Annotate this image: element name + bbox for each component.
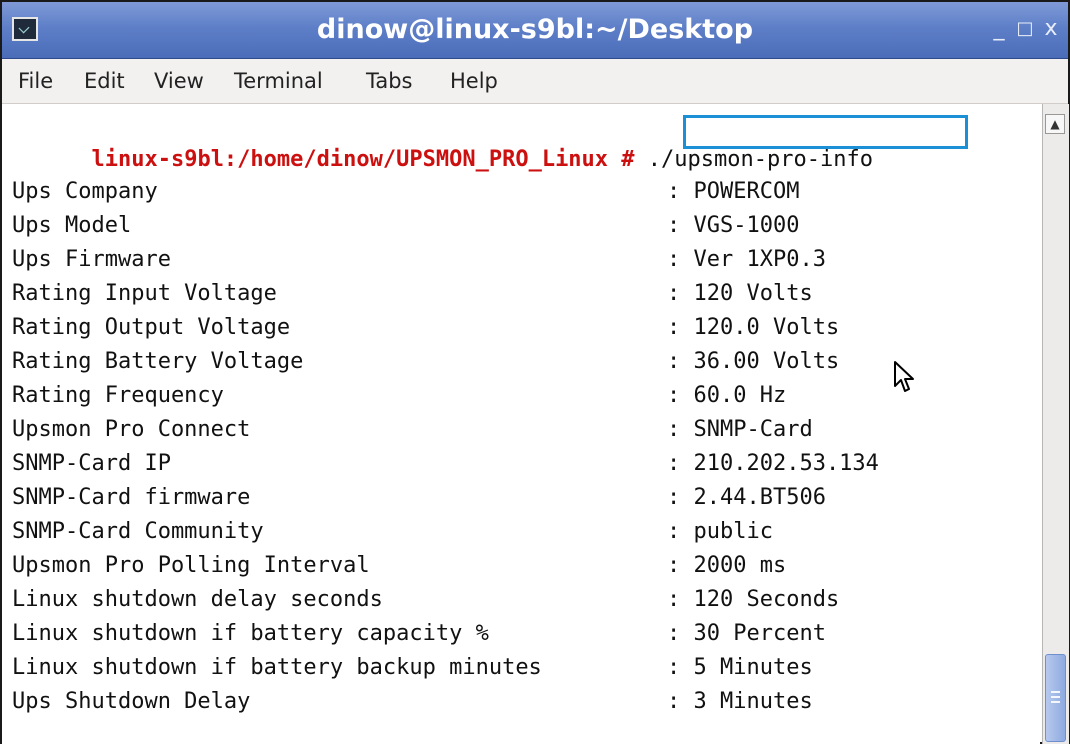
info-label: Ups Shutdown Delay xyxy=(12,689,251,714)
info-value: : Ver 1XP0.3 xyxy=(667,247,826,272)
title-bar[interactable]: dinow@linux-s9bl:~/Desktop _ □ x xyxy=(2,2,1068,59)
info-label: Ups Company xyxy=(12,179,158,204)
info-label: Ups Firmware xyxy=(12,247,171,272)
info-label: Rating Output Voltage xyxy=(12,315,291,340)
info-label: SNMP-Card firmware xyxy=(12,485,251,510)
info-label: Linux shutdown if battery capacity % xyxy=(12,621,489,646)
scrollbar-thumb[interactable] xyxy=(1045,654,1066,742)
info-label: SNMP-Card IP xyxy=(12,451,171,476)
info-value: : POWERCOM xyxy=(667,179,800,204)
close-button[interactable]: x xyxy=(1040,18,1062,40)
info-label: Upsmon Pro Polling Interval xyxy=(12,553,370,578)
info-value: : 120 Volts xyxy=(667,281,813,306)
menu-tabs[interactable]: Tabs xyxy=(366,69,413,93)
info-value: : 3 Minutes xyxy=(667,689,813,714)
window-title: dinow@linux-s9bl:~/Desktop xyxy=(316,14,754,45)
mouse-pointer-icon xyxy=(894,361,914,392)
menu-bar: File Edit View Terminal Tabs Help xyxy=(2,59,1068,104)
info-value: : 2000 ms xyxy=(667,553,787,578)
maximize-button[interactable]: □ xyxy=(1014,18,1036,40)
info-value: : public xyxy=(667,519,773,544)
minimize-button[interactable]: _ xyxy=(988,18,1010,40)
command-highlight-box xyxy=(683,115,968,149)
info-label: Rating Battery Voltage xyxy=(12,349,304,374)
menu-edit[interactable]: Edit xyxy=(84,69,125,93)
menu-terminal[interactable]: Terminal xyxy=(234,69,323,93)
info-value: : 120.0 Volts xyxy=(667,315,840,340)
info-label: Rating Frequency xyxy=(12,383,224,408)
info-value: : 2.44.BT506 xyxy=(667,485,826,510)
terminal-window: dinow@linux-s9bl:~/Desktop _ □ x File Ed… xyxy=(0,0,1070,744)
menu-file[interactable]: File xyxy=(18,69,53,93)
info-value: : 60.0 Hz xyxy=(667,383,787,408)
info-value: : 5 Minutes xyxy=(667,655,813,680)
info-label: Upsmon Pro Connect xyxy=(12,417,251,442)
info-label: Rating Input Voltage xyxy=(12,281,277,306)
info-label: Ups Model xyxy=(12,213,132,238)
info-value: : 30 Percent xyxy=(667,621,826,646)
info-value: : 210.202.53.134 xyxy=(667,451,879,476)
info-label: Linux shutdown if battery backup minutes xyxy=(12,655,542,680)
command-text: ./upsmon-pro-info xyxy=(647,147,873,172)
info-label: Linux shutdown delay seconds xyxy=(12,587,383,612)
info-value: : SNMP-Card xyxy=(667,417,813,442)
arrow-up-icon[interactable]: ▲ xyxy=(1045,114,1065,134)
info-label: SNMP-Card Community xyxy=(12,519,264,544)
menu-view[interactable]: View xyxy=(154,69,204,93)
menu-help[interactable]: Help xyxy=(450,69,498,93)
info-value: : 36.00 Volts xyxy=(667,349,840,374)
terminal-output[interactable]: linux-s9bl:/home/dinow/UPSMON_PRO_Linux … xyxy=(2,104,1040,744)
info-value: : VGS-1000 xyxy=(667,213,800,238)
shell-prompt: linux-s9bl:/home/dinow/UPSMON_PRO_Linux … xyxy=(91,147,635,172)
info-value: : 120 Seconds xyxy=(667,587,840,612)
vertical-scrollbar[interactable]: ▲ xyxy=(1042,104,1069,744)
